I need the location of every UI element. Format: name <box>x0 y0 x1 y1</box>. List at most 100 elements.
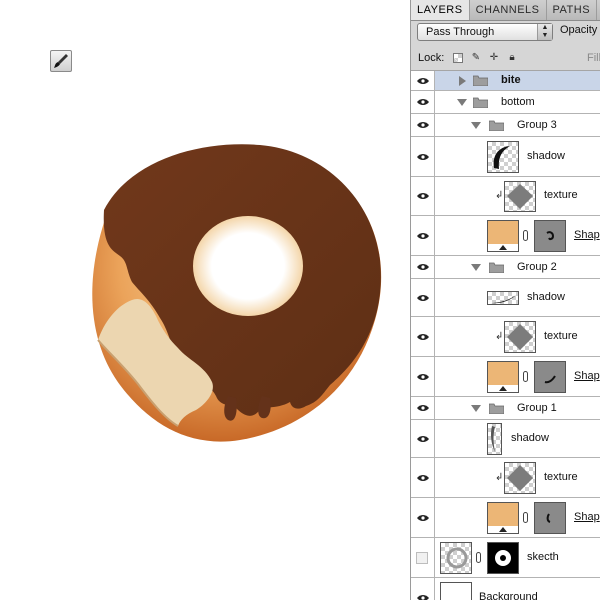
collapse-toggle-icon[interactable] <box>457 99 467 106</box>
eye-icon <box>417 193 429 199</box>
link-icon[interactable] <box>523 230 528 241</box>
visibility-toggle[interactable] <box>411 317 435 356</box>
layer-row-background[interactable]: Background <box>411 578 600 600</box>
folder-icon <box>489 120 504 131</box>
tab-paths[interactable]: PATHS <box>547 0 598 20</box>
layer-row-shape[interactable]: Shap <box>411 216 600 256</box>
lock-all-icon[interactable]: 🔒︎ <box>507 53 517 63</box>
layer-row-shadow[interactable]: shadow <box>411 420 600 458</box>
layer-row-shadow[interactable]: shadow <box>411 137 600 177</box>
layer-row-bite[interactable]: bite <box>411 71 600 91</box>
layer-thumbnail <box>487 291 519 305</box>
blend-mode-value: Pass Through <box>426 26 495 38</box>
visibility-toggle[interactable] <box>411 279 435 316</box>
layer-row-group-2[interactable]: Group 2 <box>411 256 600 279</box>
blend-mode-select[interactable]: Pass Through ▲ ▼ <box>417 23 553 41</box>
clipping-arrow-icon: ↲ <box>495 331 504 342</box>
layer-row-texture[interactable]: ↲ texture <box>411 177 600 216</box>
lock-pixels-icon[interactable]: ✎ <box>471 53 481 63</box>
clipping-arrow-icon: ↲ <box>495 190 504 201</box>
layer-name: Shap <box>574 370 600 382</box>
shape-color-thumbnail[interactable] <box>487 502 519 534</box>
vector-mask-thumbnail[interactable] <box>534 220 566 252</box>
visibility-toggle[interactable] <box>411 91 435 113</box>
eye-icon <box>417 435 429 442</box>
layer-name: shadow <box>527 291 565 303</box>
layer-name: Group 1 <box>517 402 557 414</box>
collapse-toggle-icon[interactable] <box>471 122 481 129</box>
lock-label: Lock: <box>418 52 445 64</box>
collapse-toggle-icon[interactable] <box>471 264 481 271</box>
layer-name: skecth <box>527 551 559 563</box>
link-icon[interactable] <box>476 552 481 563</box>
layer-mask-thumbnail[interactable] <box>487 542 519 574</box>
vector-mask-thumbnail[interactable] <box>534 502 566 534</box>
tab-layers[interactable]: LAYERS <box>411 0 470 20</box>
visibility-toggle[interactable] <box>411 538 435 577</box>
folder-icon <box>473 97 488 108</box>
layer-thumbnail <box>487 423 502 455</box>
layer-row-group-1[interactable]: Group 1 <box>411 397 600 420</box>
link-icon[interactable] <box>523 371 528 382</box>
folder-icon <box>489 262 504 273</box>
shape-color-thumbnail[interactable] <box>487 361 519 393</box>
visibility-toggle[interactable] <box>411 114 435 136</box>
collapse-toggle-icon[interactable] <box>471 405 481 412</box>
visibility-toggle[interactable] <box>411 578 435 600</box>
layer-name: bottom <box>501 96 535 108</box>
layer-row-shape[interactable]: Shap <box>411 498 600 538</box>
layer-name: texture <box>544 471 578 483</box>
visibility-toggle[interactable] <box>411 177 435 215</box>
visibility-toggle[interactable] <box>411 256 435 278</box>
visibility-toggle[interactable] <box>411 458 435 497</box>
layer-row-texture[interactable]: ↲ texture <box>411 458 600 498</box>
donut-hole <box>193 216 303 316</box>
visibility-toggle[interactable] <box>411 357 435 396</box>
layer-row-bottom[interactable]: bottom <box>411 91 600 114</box>
layer-row-shape[interactable]: Shap <box>411 357 600 397</box>
layer-name: Group 3 <box>517 119 557 131</box>
link-icon[interactable] <box>523 512 528 523</box>
layer-thumbnail <box>504 321 536 353</box>
fill-label: Fill <box>587 52 600 64</box>
layer-row-texture[interactable]: ↲ texture <box>411 317 600 357</box>
visibility-toggle[interactable] <box>411 420 435 457</box>
visibility-toggle[interactable] <box>411 498 435 537</box>
layer-name: Group 2 <box>517 261 557 273</box>
eye-icon <box>417 122 429 128</box>
vector-mask-thumbnail[interactable] <box>534 361 566 393</box>
document-canvas[interactable] <box>0 0 410 600</box>
layer-name: shadow <box>527 150 565 162</box>
shape-color-thumbnail[interactable] <box>487 220 519 252</box>
layer-thumbnail <box>440 582 472 600</box>
visibility-toggle[interactable] <box>411 137 435 176</box>
eye-icon <box>417 153 429 160</box>
eye-icon <box>417 514 429 521</box>
opacity-label: Opacity <box>560 24 598 36</box>
layer-thumbnail <box>440 542 472 574</box>
layer-thumbnail <box>487 141 519 173</box>
lock-position-icon[interactable]: ✛ <box>489 53 499 63</box>
visibility-toggle[interactable] <box>411 397 435 419</box>
tab-channels[interactable]: CHANNELS <box>470 0 547 20</box>
layer-thumbnail <box>504 462 536 494</box>
layer-row-skecth[interactable]: skecth <box>411 538 600 578</box>
layer-name: Shap <box>574 229 600 241</box>
expand-toggle-icon[interactable] <box>459 76 466 86</box>
layer-row-group-3[interactable]: Group 3 <box>411 114 600 137</box>
lock-row: Lock: ✎ ✛ 🔒︎ Fill <box>411 48 600 71</box>
eye-icon <box>417 333 429 340</box>
layer-thumbnail <box>504 181 536 212</box>
layer-name: texture <box>544 330 578 342</box>
lock-transparent-icon[interactable] <box>453 53 463 63</box>
visibility-toggle[interactable] <box>411 216 435 255</box>
layer-name: texture <box>544 189 578 201</box>
hidden-visibility-box <box>416 551 428 564</box>
layers-list: bite bottom Group 3 shadow ↲ texture Sha… <box>411 71 600 600</box>
layer-row-shadow[interactable]: shadow <box>411 279 600 317</box>
visibility-toggle[interactable] <box>411 71 435 90</box>
eye-icon <box>417 99 429 105</box>
blend-row: Pass Through ▲ ▼ Opacity <box>411 20 600 46</box>
layers-panel: LAYERS CHANNELS PATHS Pass Through ▲ ▼ Op… <box>410 0 600 600</box>
eye-icon <box>417 405 429 411</box>
